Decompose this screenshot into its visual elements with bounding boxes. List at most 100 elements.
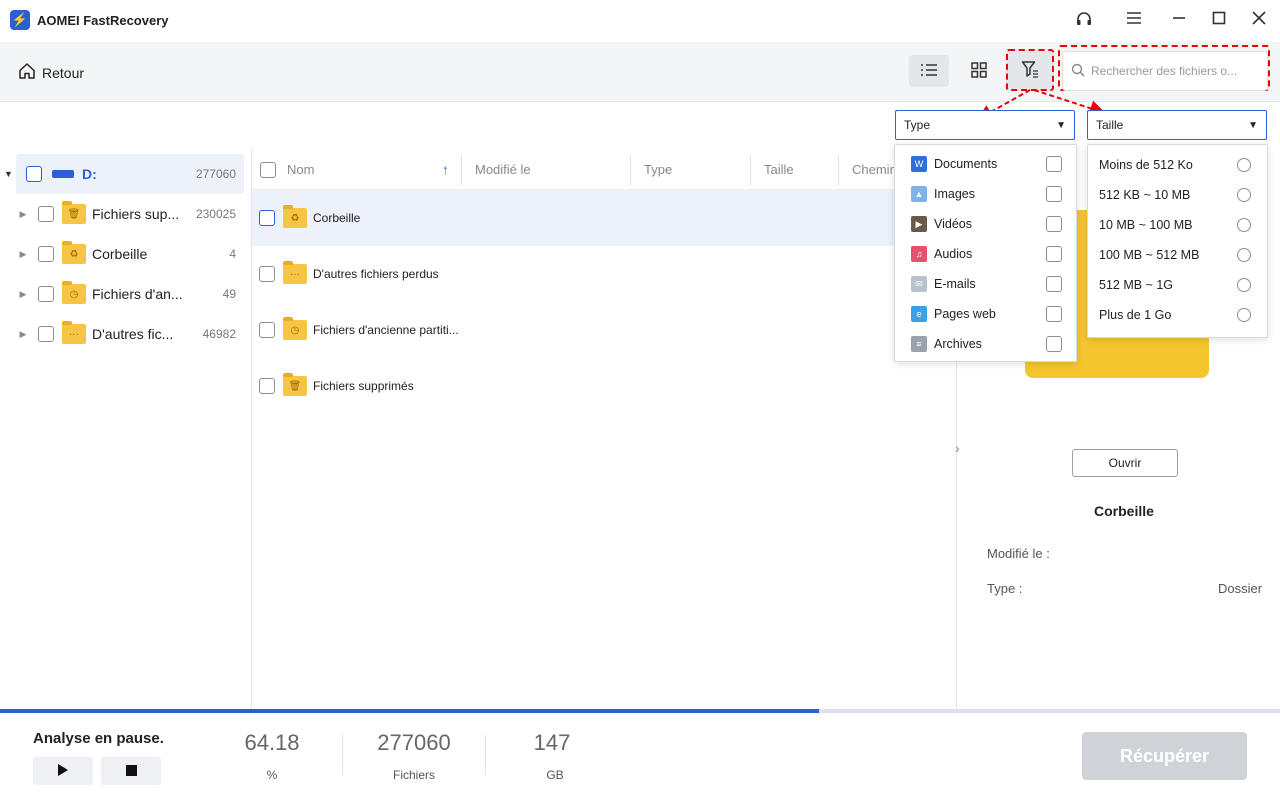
- open-button[interactable]: Ouvrir: [1072, 449, 1178, 477]
- column-divider[interactable]: [630, 155, 631, 185]
- type-option-archives[interactable]: ≡ Archives: [895, 329, 1076, 359]
- column-divider[interactable]: [838, 155, 839, 185]
- search-box[interactable]: Rechercher des fichiers o...: [1062, 51, 1268, 91]
- type-option-label: Documents: [934, 157, 998, 171]
- column-path[interactable]: Chemin: [852, 162, 897, 177]
- tree-label: Corbeille: [92, 246, 148, 262]
- collapse-panel-chevron-icon[interactable]: ›: [955, 440, 960, 456]
- size-option-label: 512 KB ~ 10 MB: [1099, 188, 1191, 202]
- size-option-radio[interactable]: [1237, 308, 1251, 322]
- size-option[interactable]: 100 MB ~ 512 MB: [1088, 240, 1267, 270]
- expand-right-icon[interactable]: ▶: [14, 289, 32, 300]
- type-option-checkbox[interactable]: [1046, 246, 1062, 262]
- size-option-radio[interactable]: [1237, 278, 1251, 292]
- column-divider[interactable]: [750, 155, 751, 185]
- size-option[interactable]: 10 MB ~ 100 MB: [1088, 210, 1267, 240]
- type-option-web-pages[interactable]: e Pages web: [895, 299, 1076, 329]
- deleted-folder-icon: 🗑: [283, 373, 307, 396]
- minimize-icon[interactable]: [1168, 10, 1190, 32]
- file-row[interactable]: 🗑 Fichiers supprimés: [252, 358, 956, 414]
- expand-down-icon[interactable]: ▼: [4, 169, 13, 179]
- expand-right-icon[interactable]: ▶: [14, 209, 32, 220]
- size-option[interactable]: 512 KB ~ 10 MB: [1088, 180, 1267, 210]
- size-filter-select[interactable]: Taille ▼: [1087, 110, 1267, 140]
- stat-divider: [342, 735, 343, 775]
- column-modified[interactable]: Modifié le: [475, 162, 531, 177]
- type-option-documents[interactable]: W Documents: [895, 149, 1076, 179]
- recover-button[interactable]: Récupérer: [1082, 732, 1247, 780]
- filter-icon: [1021, 60, 1039, 81]
- clock-folder-icon: ◷: [283, 317, 307, 340]
- sort-up-icon[interactable]: ↑: [442, 162, 449, 177]
- tree-item[interactable]: ▶ 🗑 Fichiers sup... 230025: [0, 194, 250, 234]
- recycle-folder-icon: ♻: [283, 205, 307, 228]
- menu-icon[interactable]: [1123, 10, 1145, 32]
- type-option-checkbox[interactable]: [1046, 306, 1062, 322]
- expand-right-icon[interactable]: ▶: [14, 329, 32, 340]
- tree-checkbox[interactable]: [38, 206, 54, 222]
- clock-folder-icon: ◷: [62, 281, 86, 304]
- type-option-emails[interactable]: ✉ E-mails: [895, 269, 1076, 299]
- row-checkbox[interactable]: [259, 378, 275, 394]
- type-option-label: Archives: [934, 337, 982, 351]
- expand-right-icon[interactable]: ▶: [14, 249, 32, 260]
- column-divider[interactable]: [461, 155, 462, 185]
- type-option-label: Images: [934, 187, 975, 201]
- maximize-icon[interactable]: [1208, 10, 1230, 32]
- preview-name: Corbeille: [1094, 503, 1154, 519]
- size-option-radio[interactable]: [1237, 218, 1251, 232]
- type-option-images[interactable]: ▲ Images: [895, 179, 1076, 209]
- search-input[interactable]: Rechercher des fichiers o...: [1091, 64, 1237, 78]
- size-option[interactable]: 512 MB ~ 1G: [1088, 270, 1267, 300]
- type-filter-select[interactable]: Type ▼: [895, 110, 1075, 140]
- tree-item[interactable]: ▶ ··· D'autres fic... 46982: [0, 314, 250, 354]
- tree-checkbox[interactable]: [38, 326, 54, 342]
- type-option-videos[interactable]: ▶ Vidéos: [895, 209, 1076, 239]
- type-option-checkbox[interactable]: [1046, 336, 1062, 352]
- file-row[interactable]: ◷ Fichiers d'ancienne partiti...: [252, 302, 956, 358]
- drive-checkbox[interactable]: [26, 166, 42, 182]
- close-icon[interactable]: [1248, 10, 1270, 32]
- row-checkbox[interactable]: [259, 210, 275, 226]
- tree-checkbox[interactable]: [38, 286, 54, 302]
- row-checkbox[interactable]: [259, 266, 275, 282]
- file-row[interactable]: ··· D'autres fichiers perdus: [252, 246, 956, 302]
- size-option-label: Moins de 512 Ko: [1099, 158, 1193, 172]
- size-option-radio[interactable]: [1237, 188, 1251, 202]
- file-list-header: Nom ↑ Modifié le Type Taille Chemin: [252, 150, 956, 190]
- tree-item[interactable]: ▶ ◷ Fichiers d'an... 49: [0, 274, 250, 314]
- select-all-checkbox[interactable]: [260, 161, 276, 178]
- stop-icon: [125, 764, 137, 779]
- word-doc-icon: W: [911, 156, 927, 172]
- type-option-checkbox[interactable]: [1046, 216, 1062, 232]
- grid-view-button[interactable]: [959, 55, 999, 87]
- stop-button[interactable]: [101, 757, 161, 785]
- type-option-checkbox[interactable]: [1046, 156, 1062, 172]
- size-option[interactable]: Plus de 1 Go: [1088, 300, 1267, 330]
- row-checkbox[interactable]: [259, 322, 275, 338]
- column-name[interactable]: Nom: [287, 162, 314, 177]
- back-button[interactable]: Retour: [18, 62, 84, 83]
- size-option-label: Plus de 1 Go: [1099, 308, 1172, 322]
- type-option-audios[interactable]: ♫ Audios: [895, 239, 1076, 269]
- column-size[interactable]: Taille: [764, 162, 794, 177]
- tree-item[interactable]: ▶ ♻ Corbeille 4: [0, 234, 250, 274]
- files-value: 277060: [377, 730, 451, 755]
- stat-divider: [485, 735, 486, 775]
- file-row[interactable]: ♻ Corbeille: [252, 190, 956, 246]
- filter-button[interactable]: [1006, 49, 1054, 91]
- size-option-radio[interactable]: [1237, 248, 1251, 262]
- web-page-icon: e: [911, 306, 927, 322]
- size-option[interactable]: Moins de 512 Ko: [1088, 150, 1267, 180]
- type-option-checkbox[interactable]: [1046, 276, 1062, 292]
- size-option-radio[interactable]: [1237, 158, 1251, 172]
- list-view-button[interactable]: [909, 55, 949, 87]
- resume-button[interactable]: [33, 757, 93, 785]
- caret-down-icon: ▼: [1248, 119, 1258, 131]
- tree-drive-d[interactable]: ▼ D: 277060: [4, 154, 244, 194]
- tree-checkbox[interactable]: [38, 246, 54, 262]
- column-type[interactable]: Type: [644, 162, 672, 177]
- list-view-icon: [920, 63, 938, 80]
- support-headset-icon[interactable]: [1073, 10, 1095, 32]
- type-option-checkbox[interactable]: [1046, 186, 1062, 202]
